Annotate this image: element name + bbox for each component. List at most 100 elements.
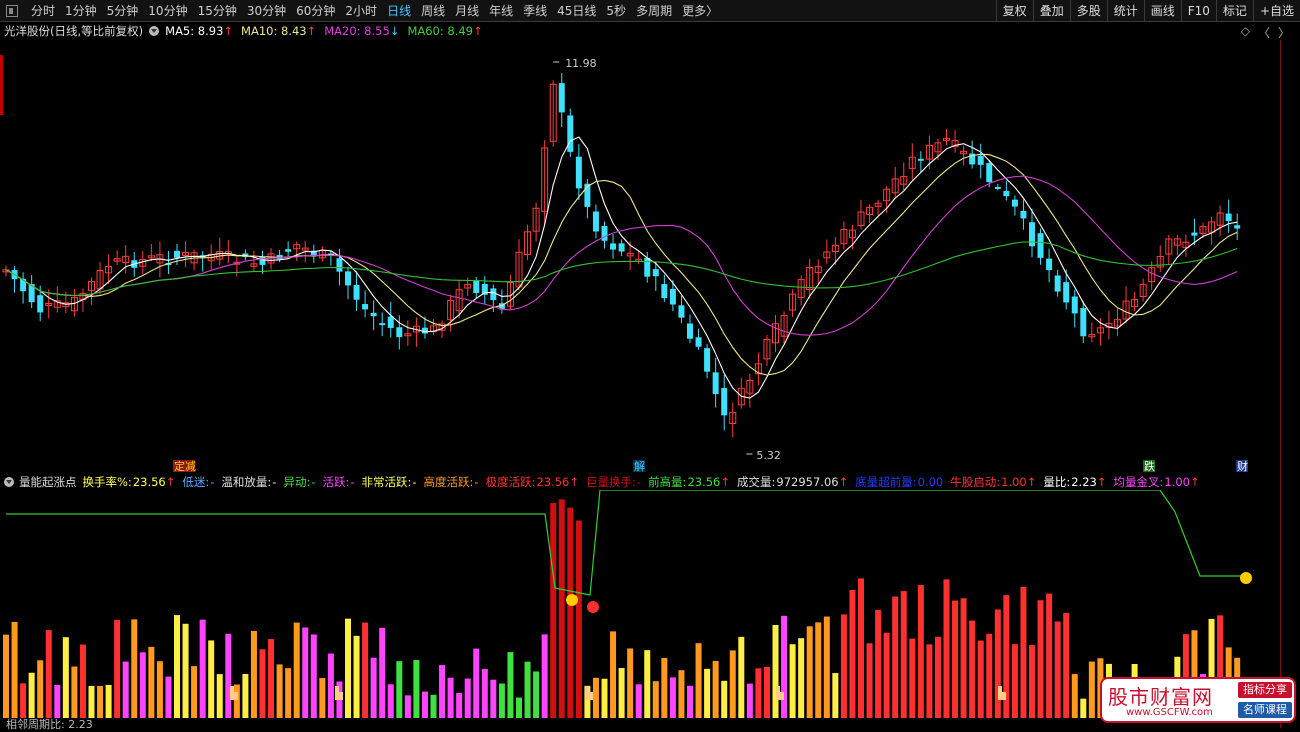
volume-bar — [669, 677, 676, 718]
volume-bar — [370, 657, 377, 718]
indicator-arrow-icon: ↑ — [165, 475, 176, 489]
candle-body — [285, 249, 292, 252]
ma5-line — [5, 136, 1238, 399]
volume-bar — [396, 661, 403, 718]
volume-bar — [1080, 698, 1087, 718]
candle-body — [712, 372, 719, 395]
volume-bar — [934, 636, 941, 718]
period-tab-4[interactable]: 15分钟 — [193, 2, 242, 19]
tool-button-4[interactable]: 画线 — [1143, 0, 1181, 22]
period-tab-14[interactable]: 5秒 — [601, 2, 631, 19]
volume-bar — [755, 668, 762, 718]
volume-bar — [490, 679, 497, 718]
period-tab-10[interactable]: 月线 — [450, 2, 484, 19]
tool-button-7[interactable]: +自选 — [1252, 0, 1300, 22]
candle-body — [1029, 222, 1035, 247]
candle-body — [473, 280, 480, 294]
indicator-field-label: 牛股启动: — [950, 475, 1001, 489]
volume-bar — [952, 600, 959, 718]
chevron-right-icon[interactable]: 〉 — [1278, 24, 1290, 41]
watermark-url: www.GSCFW.com — [1126, 707, 1213, 718]
panel-toggle-icon[interactable] — [6, 4, 18, 17]
volume-bar — [900, 591, 907, 718]
indicator-field-label: 低迷: — [182, 475, 210, 489]
period-tab-15[interactable]: 多周期 — [631, 2, 677, 19]
period-tab-1[interactable]: 1分钟 — [60, 2, 102, 19]
candle-body — [1020, 210, 1027, 219]
period-tab-0[interactable]: 分时 — [26, 2, 60, 19]
candlestick-chart[interactable]: 11.98 5.32 定减 解 跌 财 — [0, 40, 1280, 472]
period-tab-6[interactable]: 60分钟 — [291, 2, 340, 19]
candle-body — [336, 258, 343, 272]
volume-bar — [37, 660, 44, 718]
candle-body — [610, 243, 617, 250]
volume-bar — [114, 619, 121, 718]
volume-bar — [345, 618, 351, 718]
period-tab-11[interactable]: 年线 — [484, 2, 518, 19]
candle-body — [994, 186, 1001, 189]
indicator-field-value: 23.56 — [132, 475, 166, 489]
volume-bar — [362, 622, 369, 718]
period-tab-7[interactable]: 2小时 — [340, 2, 382, 19]
candle-body — [644, 257, 651, 277]
volume-bar — [447, 677, 454, 718]
volume-bar — [524, 661, 531, 718]
volume-bar — [892, 596, 899, 718]
candle-body — [1037, 233, 1044, 258]
period-tab-8[interactable]: 日线 — [382, 2, 416, 19]
period-tab-9[interactable]: 周线 — [416, 2, 450, 19]
volume-bar — [97, 685, 104, 718]
volume-bar — [88, 685, 95, 718]
period-tab-12[interactable]: 季线 — [518, 2, 552, 19]
volume-bar — [704, 668, 711, 718]
volume-bar — [943, 579, 950, 718]
signal-up-icon — [566, 594, 578, 606]
indicator-field-value: - — [474, 475, 479, 489]
indicator-arrow-icon: ↑ — [569, 475, 580, 489]
volume-bar — [242, 674, 249, 718]
indicator-field-value: 0.00 — [917, 475, 944, 489]
period-tab-2[interactable]: 5分钟 — [102, 2, 144, 19]
tool-button-1[interactable]: 叠加 — [1032, 0, 1070, 22]
period-tab-13[interactable]: 45日线 — [552, 2, 601, 19]
indicator-field-label: 高度活跃: — [423, 475, 474, 489]
volume-bar — [481, 668, 488, 718]
candle-body — [567, 115, 574, 152]
tool-button-0[interactable]: 复权 — [995, 0, 1033, 22]
volume-bar — [71, 666, 78, 718]
indicator-info-bar: 量能起涨点 换手率%:23.56↑ 低迷:- 温和放量:- 异动:- 活跃:- 非常活跃:… — [0, 474, 1207, 490]
watermark-logo: 股市财富网 www.GSCFW.com 指标分享 名师课程 — [1100, 677, 1296, 723]
volume-bar — [798, 638, 805, 718]
period-tab-5[interactable]: 30分钟 — [242, 2, 291, 19]
volume-bar — [404, 695, 411, 718]
volume-bar — [661, 658, 668, 718]
volume-bar — [806, 626, 813, 718]
event-tag: 解 — [634, 459, 645, 472]
candle-body — [1054, 275, 1061, 292]
ma-arrow-icon: ↓ — [389, 24, 400, 38]
settings-dropdown-icon[interactable] — [149, 26, 160, 36]
candle-body — [1046, 258, 1053, 271]
candle-body — [669, 288, 676, 305]
volume-bar — [319, 678, 326, 718]
tool-button-6[interactable]: 标记 — [1215, 0, 1253, 22]
period-tab-16[interactable]: 更多〉 — [677, 2, 723, 19]
period-tab-3[interactable]: 10分钟 — [143, 2, 192, 19]
tool-button-3[interactable]: 统计 — [1106, 0, 1144, 22]
indicator-field-label: 巨量换手: — [586, 475, 636, 489]
volume-indicator-chart[interactable] — [0, 490, 1280, 728]
volume-bar — [62, 637, 69, 718]
candle-body — [1011, 199, 1018, 207]
diamond-icon[interactable]: ◇ — [1241, 24, 1250, 41]
volume-bar — [131, 619, 138, 718]
volume-bar — [20, 683, 27, 718]
chevron-left-icon[interactable]: 〈 — [1258, 24, 1270, 41]
volume-bars — [3, 499, 1241, 718]
indicator-dropdown-icon[interactable] — [4, 477, 14, 487]
tool-button-2[interactable]: 多股 — [1069, 0, 1107, 22]
volume-bar — [541, 634, 548, 718]
indicator-field-label: 底量超前量: — [855, 475, 917, 489]
volume-bar — [259, 649, 266, 718]
tool-button-5[interactable]: F10 — [1180, 0, 1216, 22]
indicator-field-value: - — [636, 475, 642, 489]
